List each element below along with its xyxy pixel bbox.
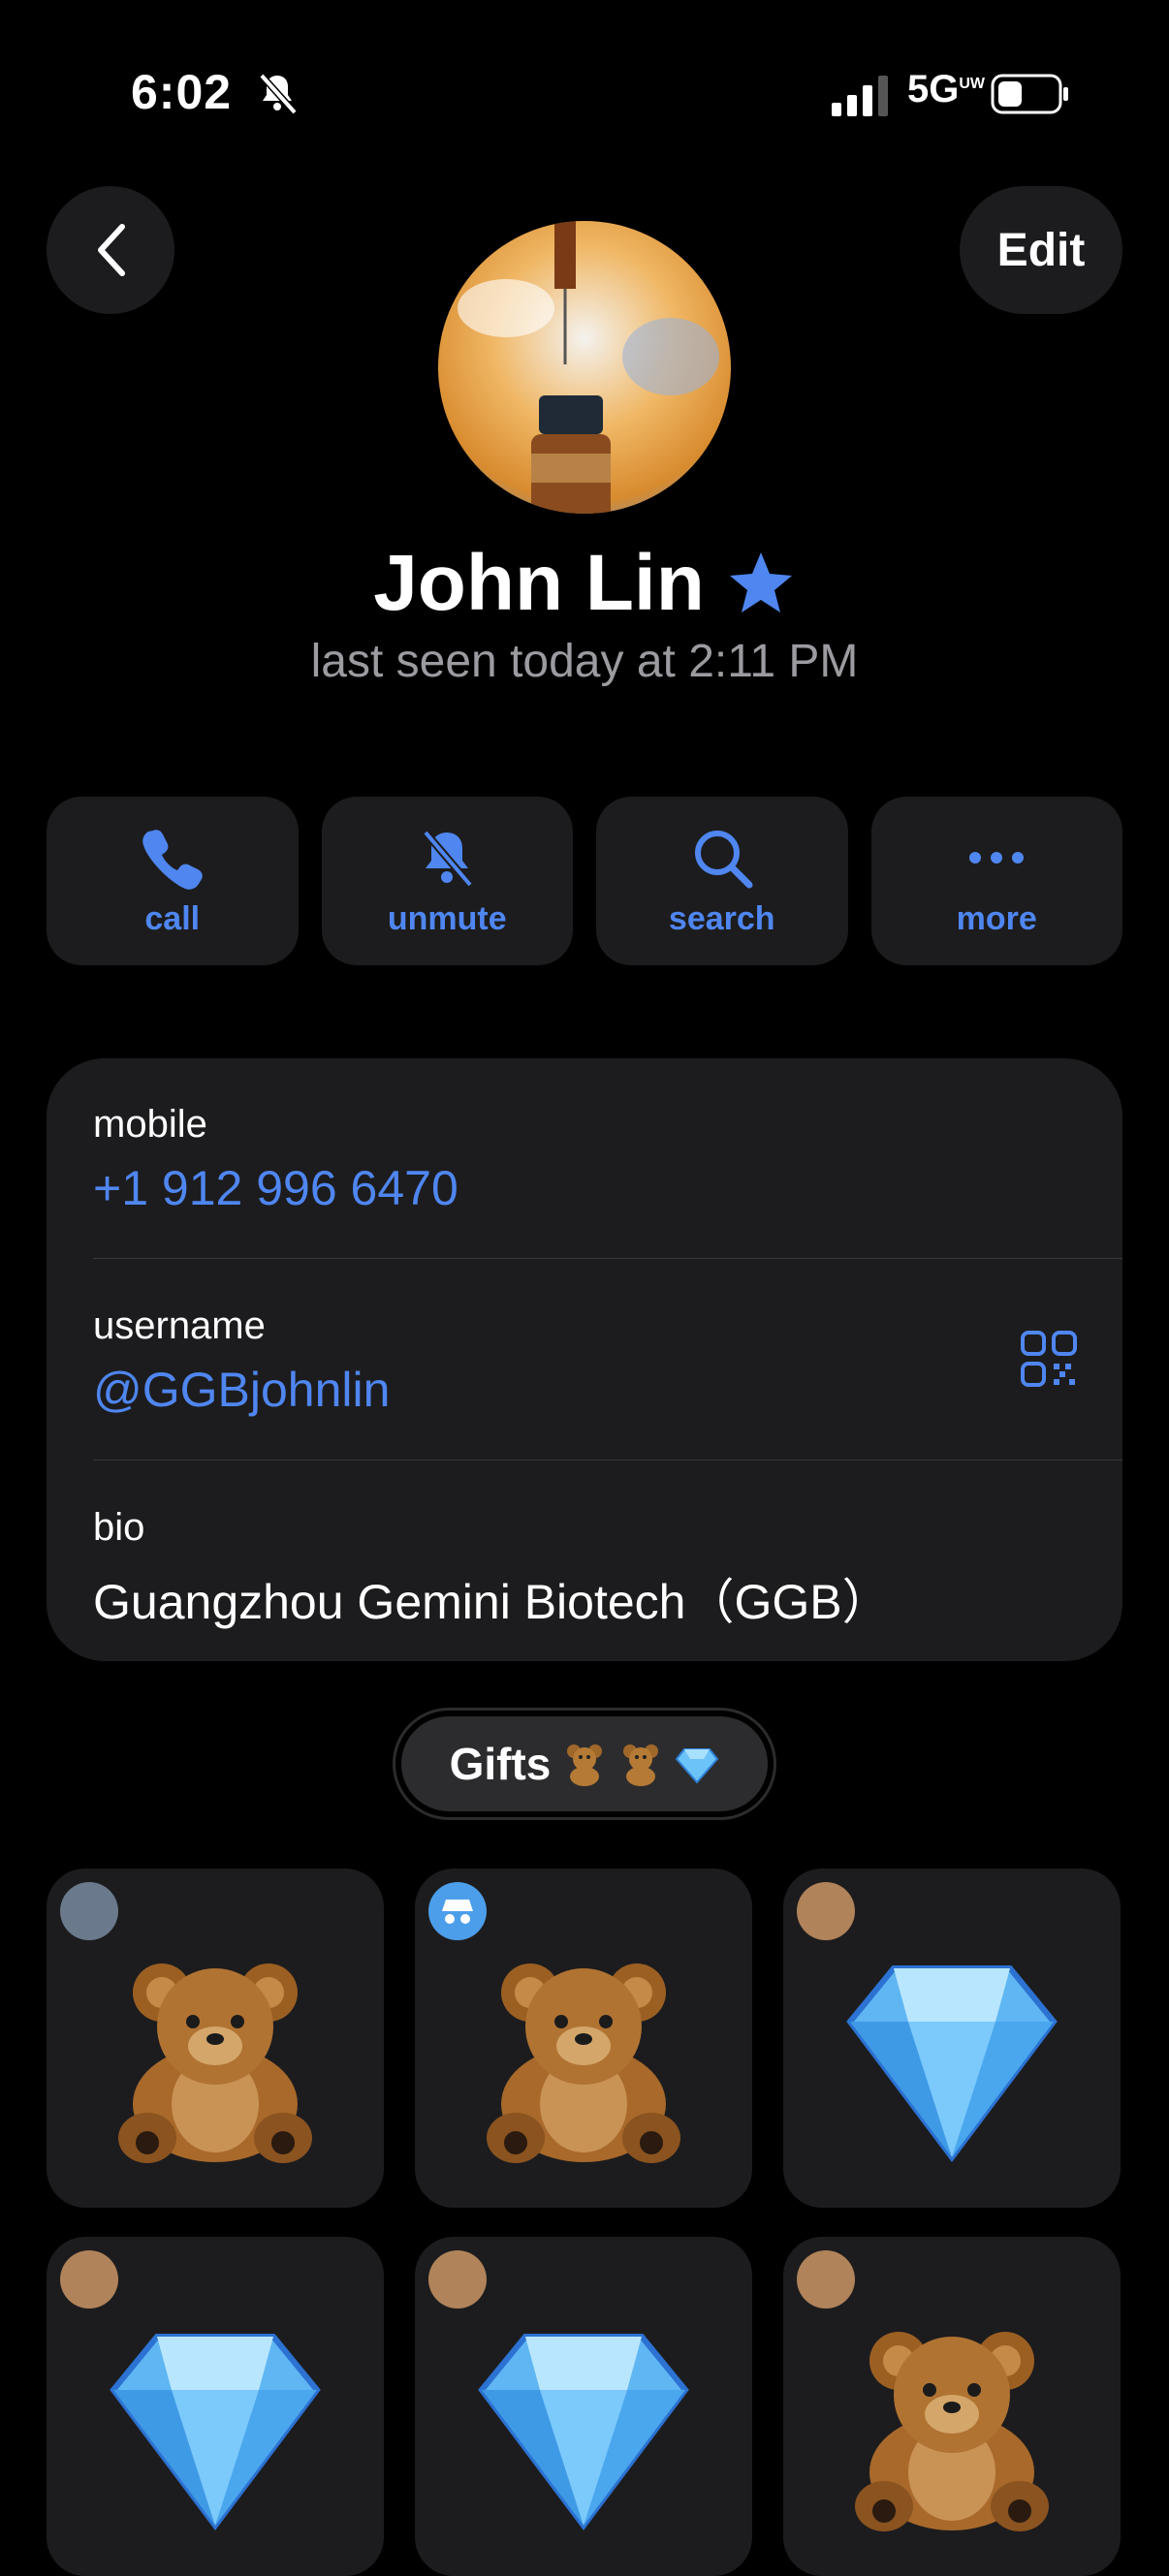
mobile-label: mobile xyxy=(93,1103,207,1146)
call-button[interactable]: call xyxy=(47,797,299,965)
unmute-button[interactable]: unmute xyxy=(321,797,573,965)
bell-off-icon xyxy=(423,829,474,888)
mobile-row[interactable]: mobile +1 912 996 6470 xyxy=(93,1103,1076,1216)
gifts-filter-button[interactable]: Gifts xyxy=(393,1708,776,1820)
premium-star-icon[interactable] xyxy=(726,549,796,618)
gift-tile[interactable] xyxy=(47,2237,384,2576)
chevron-left-icon xyxy=(98,224,125,276)
edit-button[interactable]: Edit xyxy=(960,186,1122,314)
more-button[interactable]: more xyxy=(870,797,1122,965)
username-label: username xyxy=(93,1304,266,1347)
diamond-icon xyxy=(840,1944,1063,2167)
teddy-bear-icon xyxy=(623,1744,659,1786)
silent-mode-icon xyxy=(259,73,298,115)
search-label: search xyxy=(668,899,775,937)
avatar-image xyxy=(438,221,731,514)
teddy-bear-icon xyxy=(118,1963,312,2163)
profile-avatar[interactable] xyxy=(438,221,731,514)
teddy-bear-icon xyxy=(567,1744,603,1786)
phone-icon xyxy=(142,829,203,890)
last-seen-status: last seen today at 2:11 PM xyxy=(310,636,859,687)
bio-label: bio xyxy=(93,1506,145,1549)
search-button[interactable]: search xyxy=(596,797,848,965)
qr-code-icon[interactable] xyxy=(1020,1330,1078,1388)
sender-avatar xyxy=(60,1882,118,1940)
sender-avatar xyxy=(797,1882,855,1940)
profile-name-row: John Lin xyxy=(0,538,1169,629)
diamond-icon xyxy=(472,2312,695,2535)
diamond-icon xyxy=(104,2312,327,2535)
action-bar: call unmute search more xyxy=(47,797,1122,965)
status-time: 6:02 xyxy=(131,65,233,119)
network-type: 5GUW xyxy=(907,68,986,110)
cellular-signal-icon xyxy=(832,76,888,116)
bio-value: Guangzhou Gemini Biotech（GGB） xyxy=(93,1575,891,1629)
sender-avatar xyxy=(797,2250,855,2309)
profile-name: John Lin xyxy=(373,539,705,627)
unmute-label: unmute xyxy=(387,899,507,937)
bio-row: bio Guangzhou Gemini Biotech（GGB） xyxy=(93,1506,1076,1633)
mobile-value[interactable]: +1 912 996 6470 xyxy=(93,1160,1076,1216)
battery-icon xyxy=(991,74,1068,114)
gift-tile[interactable] xyxy=(47,1869,384,2208)
divider xyxy=(93,1460,1122,1461)
gift-tile[interactable] xyxy=(783,2237,1121,2576)
username-value[interactable]: @GGBjohnlin xyxy=(93,1362,1076,1418)
back-button[interactable] xyxy=(47,186,174,314)
teddy-bear-icon xyxy=(855,2331,1049,2531)
info-card: mobile +1 912 996 6470 username @GGBjohn… xyxy=(47,1058,1122,1661)
sender-avatar xyxy=(60,2250,118,2309)
gift-tile[interactable] xyxy=(415,2237,752,2576)
more-icon xyxy=(969,851,1025,864)
gift-tile[interactable] xyxy=(783,1869,1121,2208)
teddy-bear-icon xyxy=(487,1963,680,2163)
incognito-avatar-icon xyxy=(428,1882,487,1940)
gift-tile[interactable] xyxy=(415,1869,752,2208)
divider xyxy=(93,1258,1122,1259)
username-row[interactable]: username @GGBjohnlin xyxy=(93,1304,1076,1418)
more-label: more xyxy=(956,899,1037,937)
sender-avatar xyxy=(428,2250,487,2309)
diamond-icon xyxy=(676,1748,719,1784)
search-icon xyxy=(694,830,753,888)
gifts-label: Gifts xyxy=(449,1739,552,1789)
call-label: call xyxy=(144,899,201,937)
